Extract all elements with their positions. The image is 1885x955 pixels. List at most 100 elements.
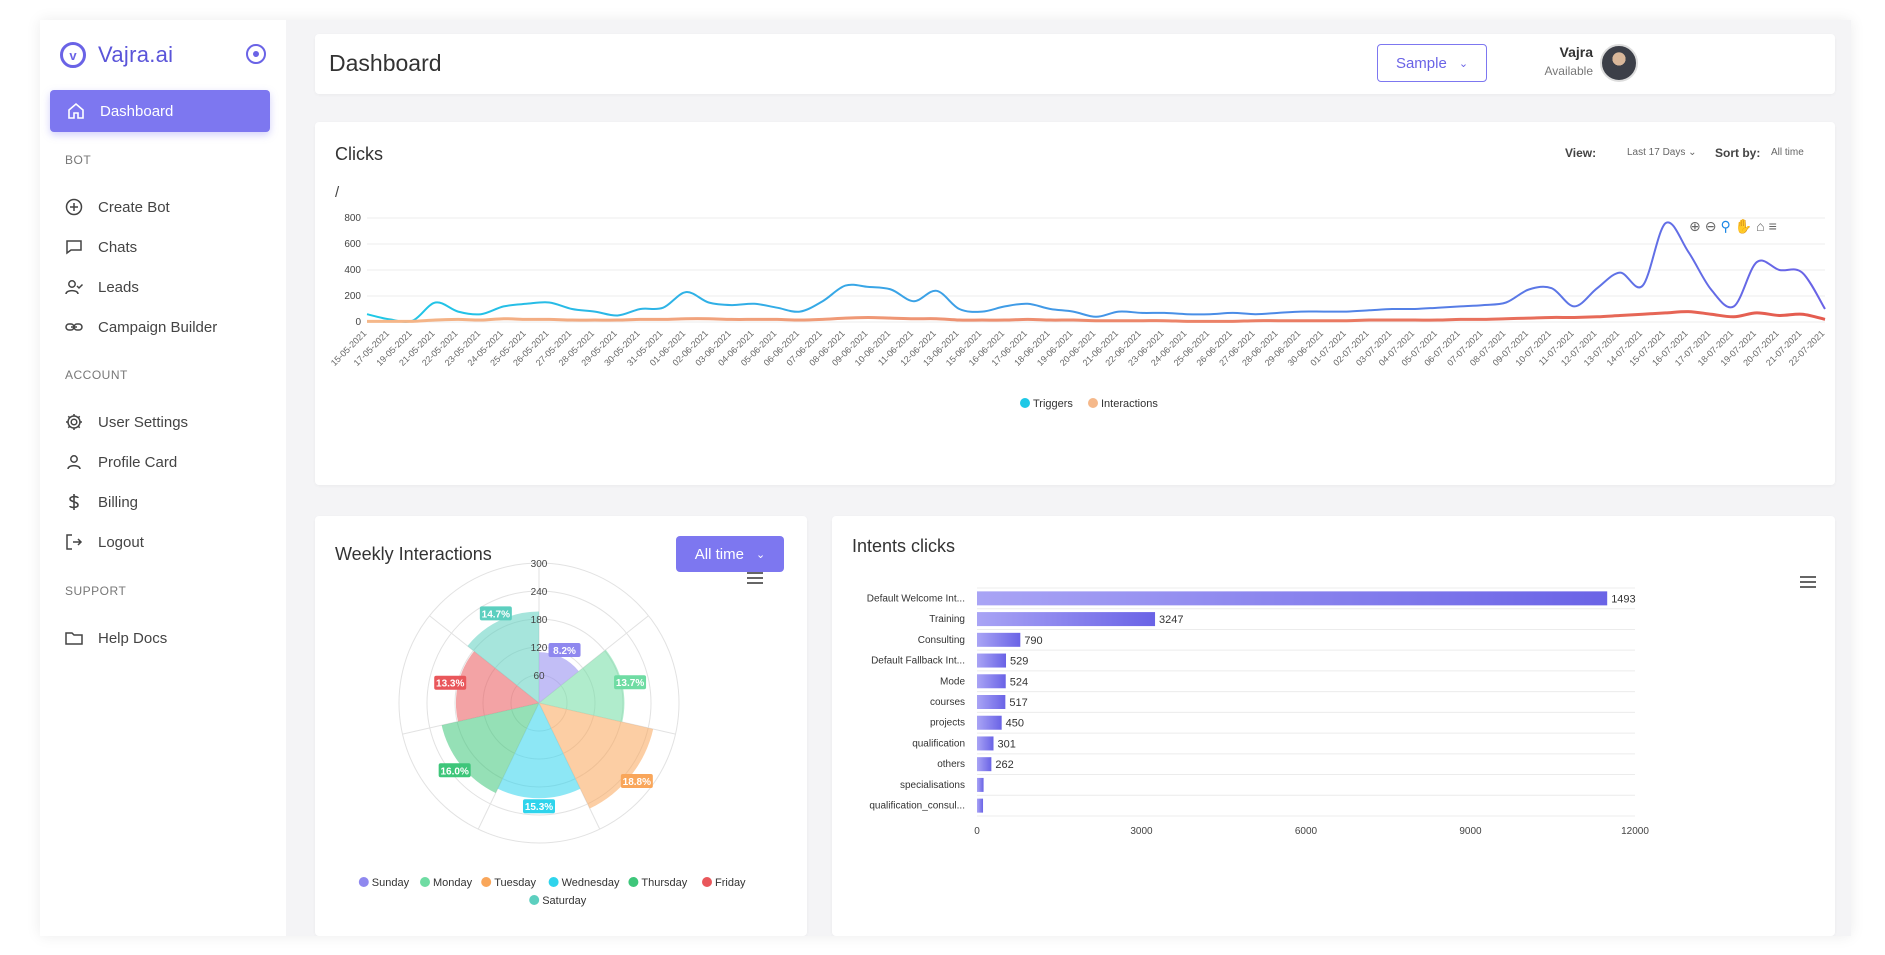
bar: [977, 591, 1608, 606]
x-tick-label: 9000: [1459, 826, 1482, 837]
app-frame: v Vajra.ai Dashboard BOT Create Bot Chat…: [40, 20, 1851, 936]
sidebar-item-label: Leads: [98, 278, 139, 296]
legend-label: Wednesday: [562, 877, 620, 889]
y-tick-label: 600: [344, 239, 361, 250]
clicks-line-chart: 020040060080015-05-202117-05-202119-05-2…: [329, 213, 1827, 410]
sidebar-item-label: Campaign Builder: [98, 318, 218, 336]
data-label: 16.0%: [440, 766, 468, 777]
data-label: 790: [1024, 635, 1042, 647]
bar: [977, 695, 1006, 709]
legend-label: Monday: [433, 877, 473, 889]
x-tick-label: 12000: [1621, 826, 1649, 837]
category-label: courses: [930, 697, 965, 708]
section-heading-support: SUPPORT: [65, 584, 127, 598]
category-label: Training: [929, 614, 965, 625]
intents-bar-chart: Default Welcome Int... 1493 Training 3247 Co…: [867, 587, 1649, 837]
data-label: 15.3%: [525, 802, 553, 813]
user-name: Vajra: [1559, 44, 1593, 60]
sidebar-item-help-docs[interactable]: Help Docs: [64, 626, 167, 650]
bar: [977, 777, 984, 792]
data-label: 13.7%: [616, 678, 644, 689]
x-tick-label: 0: [974, 826, 980, 837]
radial-tick-label: 180: [531, 615, 548, 626]
sidebar-toggle-icon[interactable]: [246, 44, 266, 64]
brand[interactable]: v Vajra.ai: [60, 38, 173, 72]
legend-label: Interactions: [1101, 398, 1158, 410]
dollar-icon: [64, 492, 84, 512]
brand-name: Vajra.ai: [98, 42, 174, 67]
data-label: 13.3%: [436, 679, 464, 690]
category-label: Consulting: [918, 635, 965, 646]
bar: [977, 736, 994, 751]
user-icon: [64, 452, 84, 472]
sidebar-item-dashboard[interactable]: Dashboard: [50, 90, 270, 132]
data-label: 14.7%: [482, 609, 510, 620]
legend-marker: [548, 877, 559, 887]
page-title: Dashboard: [329, 50, 442, 76]
sidebar-item-create-bot[interactable]: Create Bot: [64, 195, 170, 219]
y-tick-label: 800: [344, 213, 361, 224]
page-header: Dashboard Sample ⌄ Vajra Available: [315, 34, 1835, 94]
sidebar-item-label: Billing: [98, 493, 139, 511]
sidebar: v Vajra.ai Dashboard BOT Create Bot Chat…: [40, 20, 286, 936]
sidebar-item-label: Profile Card: [98, 453, 178, 471]
gear-icon: [64, 412, 84, 432]
user-check-icon: [64, 277, 84, 297]
clicks-card: Clicks / View: Last 17 Days ⌄ Sort by: A…: [315, 122, 1835, 485]
sidebar-item-label: Chats: [98, 238, 138, 256]
folder-icon: [64, 628, 84, 648]
y-tick-label: 0: [355, 317, 361, 328]
legend-label: Sunday: [372, 877, 410, 889]
data-label: 517: [1009, 697, 1027, 709]
plus-circle-icon: [64, 197, 84, 217]
weekly-card: Weekly Interactions All time ⌄ 8.2% 13.7%…: [315, 516, 807, 936]
avatar[interactable]: [1600, 44, 1638, 82]
radial-tick-label: 300: [531, 559, 548, 570]
sidebar-item-user-settings[interactable]: User Settings: [64, 410, 188, 434]
radial-tick-label: 240: [531, 587, 548, 598]
legend-label: Friday: [715, 877, 746, 889]
category-label: qualification: [912, 738, 965, 749]
legend-marker: [529, 895, 540, 905]
series-line-triggers: [366, 221, 1826, 323]
sidebar-item-billing[interactable]: Billing: [64, 490, 138, 514]
legend-marker: [420, 877, 430, 887]
category-label: qualification_consul...: [869, 801, 965, 812]
section-heading-account: ACCOUNT: [65, 368, 128, 382]
sidebar-item-label: Logout: [98, 533, 144, 551]
chevron-down-icon: ⌄: [1458, 57, 1469, 70]
sidebar-item-label: Dashboard: [100, 102, 174, 120]
legend-marker: [481, 877, 492, 887]
weekly-polar-chart: 8.2% 13.7% 18.8% 15.3% 16.0% 13.3% 14.7% 60 120 1…: [358, 559, 746, 907]
chat-bubble-icon: [64, 237, 84, 257]
legend-marker: [1020, 398, 1030, 408]
legend-marker: [702, 877, 712, 887]
data-label: 18.8%: [623, 777, 651, 788]
radial-tick-label: 120: [531, 643, 548, 654]
data-label: 8.2%: [553, 646, 576, 657]
legend-label: Saturday: [542, 895, 587, 907]
x-tick-label: 6000: [1295, 826, 1318, 837]
logout-icon: [64, 532, 84, 552]
sidebar-item-label: Create Bot: [98, 198, 170, 216]
legend-marker: [1088, 398, 1098, 408]
user-status: Available: [1544, 64, 1593, 78]
sidebar-item-profile-card[interactable]: Profile Card: [64, 450, 177, 474]
legend-marker: [358, 877, 369, 887]
sidebar-item-leads[interactable]: Leads: [64, 275, 139, 299]
sidebar-item-label: Help Docs: [98, 629, 168, 647]
legend-label: Thursday: [641, 877, 687, 889]
legend-label: Triggers: [1033, 398, 1073, 410]
data-label: 1493: [1611, 593, 1635, 605]
legend-marker: [628, 877, 639, 887]
category-label: Mode: [940, 676, 965, 687]
sidebar-item-campaign-builder[interactable]: Campaign Builder: [64, 315, 217, 339]
category-label: Default Fallback Int...: [871, 656, 965, 667]
sample-dropdown[interactable]: Sample ⌄: [1377, 44, 1487, 82]
category-label: specialisations: [900, 780, 965, 791]
sidebar-item-logout[interactable]: Logout: [64, 530, 144, 554]
sidebar-item-chats[interactable]: Chats: [64, 235, 137, 259]
bar: [977, 612, 1156, 627]
home-icon: [66, 101, 86, 121]
link-icon: [64, 317, 84, 337]
